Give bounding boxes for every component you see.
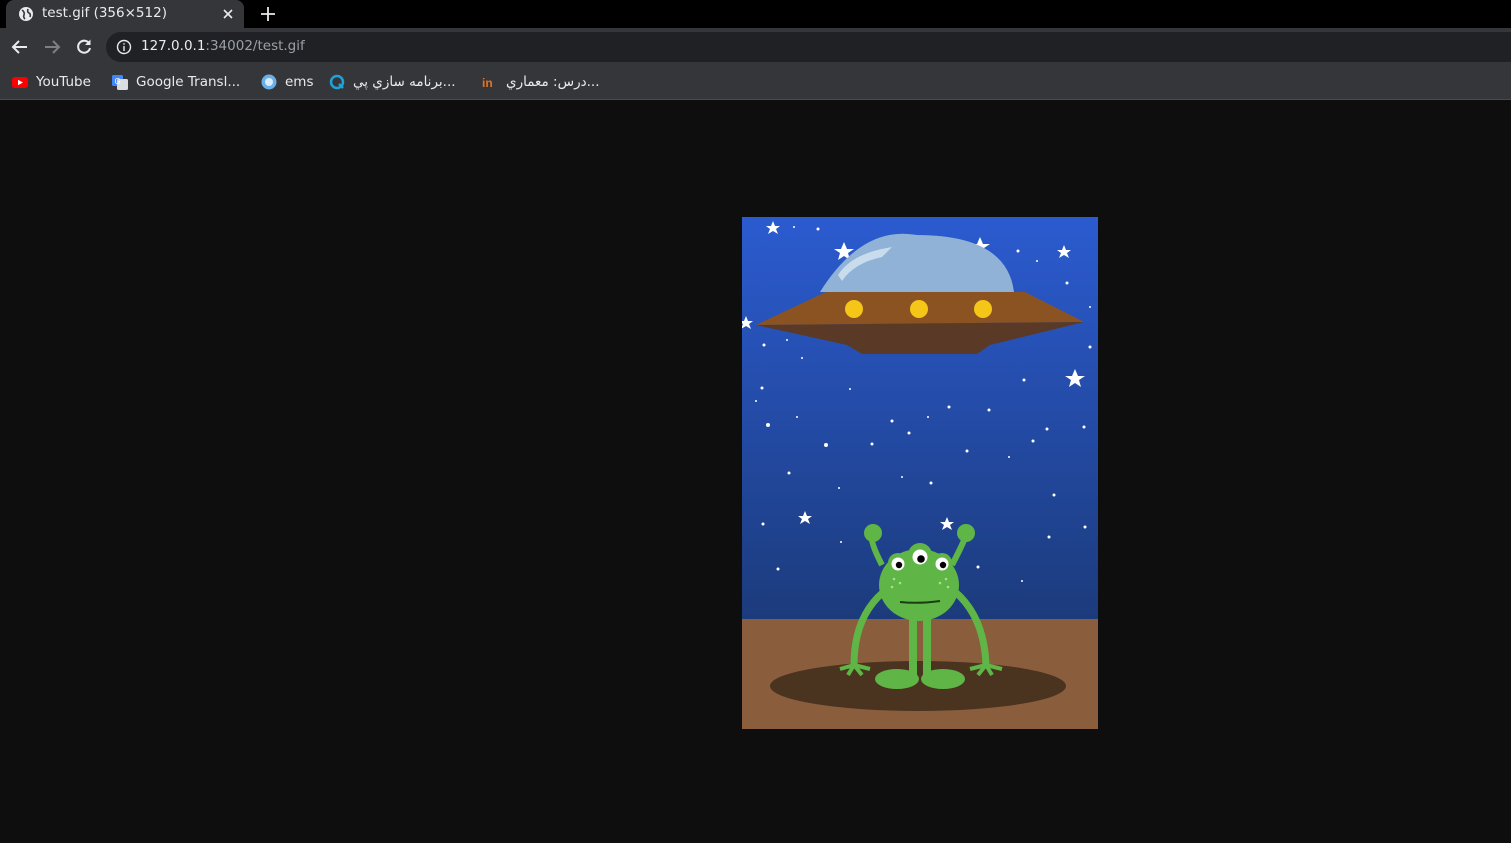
toolbar: 127.0.0.1:34002/test.gif bbox=[0, 28, 1511, 66]
url-host: 127.0.0.1 bbox=[141, 38, 206, 54]
address-bar[interactable]: 127.0.0.1:34002/test.gif bbox=[106, 32, 1511, 62]
alien-ufo-image bbox=[742, 217, 1098, 729]
tab-active[interactable]: test.gif (356×512) bbox=[6, 0, 244, 28]
info-icon[interactable] bbox=[116, 39, 132, 55]
ufo-light bbox=[974, 300, 992, 318]
bookmarks-bar: YouTube G Google Transl... ems برنامه سا… bbox=[0, 66, 1511, 100]
bookmark-label: ems bbox=[285, 74, 314, 90]
ems-icon bbox=[261, 74, 277, 90]
ufo-light bbox=[845, 300, 863, 318]
youtube-icon bbox=[12, 77, 28, 88]
svg-text:G: G bbox=[115, 77, 121, 86]
tab-strip: test.gif (356×512) bbox=[0, 0, 1511, 28]
bookmark-label: Google Transl... bbox=[136, 74, 241, 90]
google-translate-icon: G bbox=[112, 75, 128, 90]
q-icon bbox=[329, 74, 345, 90]
reload-icon[interactable] bbox=[75, 38, 93, 56]
page-content bbox=[0, 100, 1511, 843]
tab-title: test.gif (356×512) bbox=[42, 5, 167, 21]
in-icon: in bbox=[482, 76, 493, 90]
globe-icon bbox=[19, 7, 33, 21]
new-tab-icon[interactable] bbox=[258, 4, 278, 24]
svg-text:in: in bbox=[482, 76, 493, 90]
bookmark-label: برنامه سازي پي... bbox=[353, 74, 456, 90]
bookmark-google-translate[interactable]: G Google Transl... bbox=[112, 72, 240, 92]
forward-arrow-icon[interactable] bbox=[43, 38, 61, 56]
url-text[interactable]: 127.0.0.1:34002/test.gif bbox=[141, 38, 305, 54]
bookmark-label: YouTube bbox=[36, 74, 91, 90]
ground-shadow bbox=[770, 661, 1066, 711]
url-path: :34002/test.gif bbox=[205, 38, 305, 54]
bookmark-q[interactable]: برنامه سازي پي... bbox=[329, 72, 456, 92]
close-tab-icon[interactable] bbox=[220, 6, 236, 22]
bookmark-youtube[interactable]: YouTube bbox=[12, 72, 91, 92]
bookmark-ems[interactable]: ems bbox=[261, 72, 314, 92]
back-arrow-icon[interactable] bbox=[11, 38, 29, 56]
bookmark-label: درس: معماري... bbox=[506, 74, 600, 90]
bookmark-in[interactable]: in درس: معماري... bbox=[482, 72, 599, 92]
ufo-light bbox=[910, 300, 928, 318]
